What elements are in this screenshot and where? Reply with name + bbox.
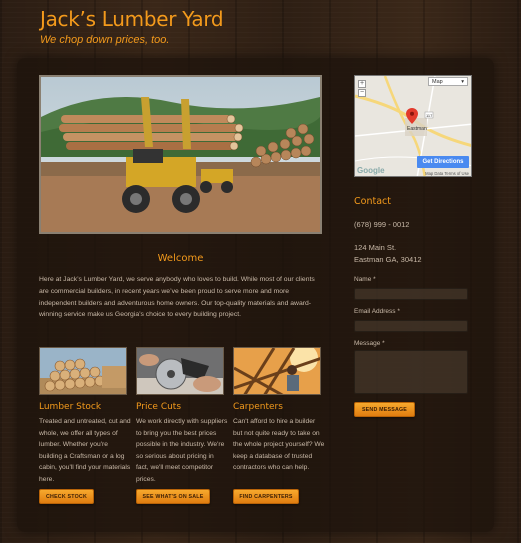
map-type-label: Map <box>432 78 443 85</box>
feature-text: We work directly with suppliers to bring… <box>136 418 228 483</box>
price-cuts-image <box>136 347 224 395</box>
email-label: Email Address * <box>354 308 400 315</box>
message-label: Message * <box>354 340 385 347</box>
map-logo: Google <box>357 166 385 175</box>
feature-lumber-stock: Lumber Stock Treated and untreated, cut … <box>39 347 131 486</box>
find-carpenters-button[interactable]: FIND CARPENTERS <box>233 489 299 504</box>
name-label: Name * <box>354 276 376 283</box>
hero-lumber-loader-illustration <box>41 77 320 232</box>
feature-price-cuts: Price Cuts We work directly with supplie… <box>136 347 227 486</box>
carpenter-framing-illustration <box>234 348 320 394</box>
name-field[interactable] <box>354 288 468 300</box>
contact-title: Contact <box>354 196 391 207</box>
map-zoom-controls: + − <box>358 80 366 98</box>
feature-text: Can't afford to hire a builder but not q… <box>233 418 325 472</box>
feature-title: Carpenters <box>233 402 283 412</box>
site-title[interactable]: Jack’s Lumber Yard <box>40 7 224 31</box>
lumber-stock-image <box>39 347 127 395</box>
send-message-button[interactable]: SEND MESSAGE <box>354 402 415 417</box>
carpenters-image <box>233 347 321 395</box>
site-header: Jack’s Lumber Yard We chop down prices, … <box>40 7 224 46</box>
circular-saw-illustration <box>137 348 223 394</box>
contact-phone: (678) 999 - 0012 <box>354 220 410 229</box>
map-pin-icon[interactable] <box>406 108 418 124</box>
email-field[interactable] <box>354 320 468 332</box>
welcome-text: Here at Jack’s Lumber Yard, we serve any… <box>39 276 315 319</box>
map-place-label: Eastman <box>407 126 427 132</box>
feature-carpenters: Carpenters Can't afford to hire a builde… <box>233 347 324 474</box>
contact-address-line2: Eastman GA, 30412 <box>354 255 422 264</box>
lumber-pile-illustration <box>40 348 126 394</box>
message-field[interactable] <box>354 350 468 394</box>
zoom-in-button[interactable]: + <box>358 80 366 88</box>
map-footer[interactable]: Map Data Terms of Use <box>425 171 469 176</box>
site-tagline: We chop down prices, too. <box>40 34 170 46</box>
contact-address-line1: 124 Main St. <box>354 243 397 252</box>
chevron-down-icon: ▾ <box>461 78 464 85</box>
location-map[interactable]: 117 Eastman + − Map ▾ Get Directions Goo… <box>354 75 472 177</box>
map-route-label: 117 <box>426 113 433 118</box>
feature-title: Lumber Stock <box>39 402 102 412</box>
check-stock-button[interactable]: CHECK STOCK <box>39 489 94 504</box>
get-directions-button[interactable]: Get Directions <box>417 156 469 168</box>
hero-image <box>39 75 322 234</box>
welcome-title: Welcome <box>157 253 204 264</box>
map-type-select[interactable]: Map ▾ <box>428 77 468 86</box>
see-whats-on-sale-button[interactable]: SEE WHAT'S ON SALE <box>136 489 210 504</box>
feature-title: Price Cuts <box>136 402 182 412</box>
zoom-out-button[interactable]: − <box>358 89 366 97</box>
feature-text: Treated and untreated, cut and whole, we… <box>39 418 131 483</box>
